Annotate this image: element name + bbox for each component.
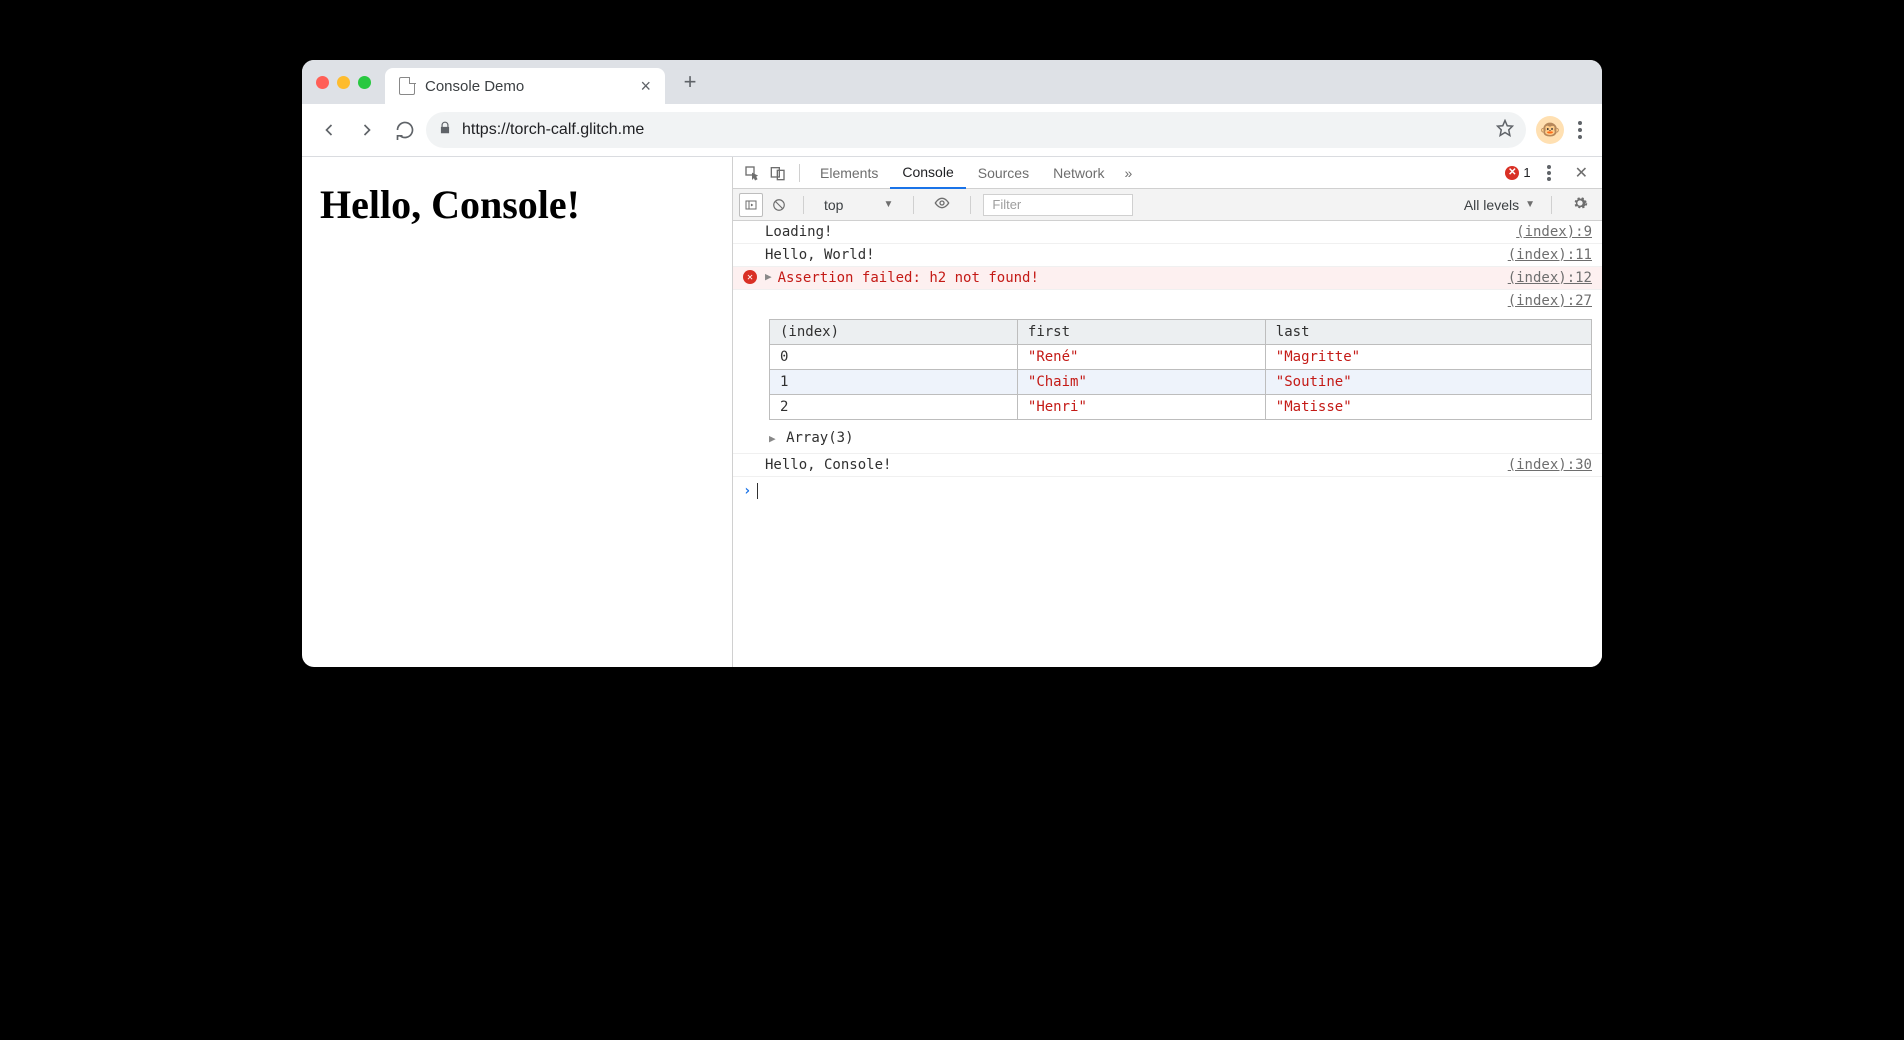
close-window-button[interactable]: [316, 76, 329, 89]
device-toolbar-icon[interactable]: [765, 160, 791, 186]
table-row[interactable]: 1 "Chaim" "Soutine": [770, 370, 1592, 395]
tab-elements[interactable]: Elements: [808, 157, 890, 189]
tab-sources[interactable]: Sources: [966, 157, 1041, 189]
console-table-message: (index):27 (index) first last: [733, 290, 1602, 454]
devtools-tabs: Elements Console Sources Network » ✕ 1 ✕: [733, 157, 1602, 189]
minimize-window-button[interactable]: [337, 76, 350, 89]
chevron-down-icon: ▼: [883, 199, 893, 210]
levels-label: All levels: [1464, 197, 1519, 213]
content-area: Hello, Console! Elements Console Sources…: [302, 157, 1602, 667]
address-bar[interactable]: https://torch-calf.glitch.me: [426, 112, 1526, 148]
bookmark-star-icon[interactable]: [1496, 119, 1514, 142]
browser-tab[interactable]: Console Demo ×: [385, 68, 665, 104]
back-button[interactable]: [312, 113, 346, 147]
console-error-message: ✕ ▶ Assertion failed: h2 not found! (ind…: [733, 267, 1602, 290]
table-row[interactable]: 2 "Henri" "Matisse": [770, 395, 1592, 420]
cell-index: 2: [770, 395, 1018, 420]
maximize-window-button[interactable]: [358, 76, 371, 89]
filter-placeholder: Filter: [992, 197, 1021, 212]
expand-icon[interactable]: ▶: [769, 432, 776, 445]
clear-console-icon[interactable]: [767, 193, 791, 217]
separator: [970, 196, 971, 214]
page-heading: Hello, Console!: [320, 181, 714, 228]
context-label: top: [824, 197, 843, 213]
message-source-link[interactable]: (index):9: [1516, 224, 1592, 240]
forward-button[interactable]: [350, 113, 384, 147]
tab-title: Console Demo: [425, 78, 630, 95]
cell-first: "Chaim": [1017, 370, 1265, 395]
close-devtools-button[interactable]: ✕: [1567, 163, 1596, 183]
error-icon: ✕: [1505, 166, 1519, 180]
error-count: 1: [1523, 165, 1530, 180]
console-message: Hello, World! (index):11: [733, 244, 1602, 267]
new-tab-button[interactable]: +: [675, 67, 705, 97]
url-text: https://torch-calf.glitch.me: [462, 121, 1486, 139]
cell-index: 1: [770, 370, 1018, 395]
webpage-viewport: Hello, Console!: [302, 157, 732, 667]
reload-button[interactable]: [388, 113, 422, 147]
message-source-link[interactable]: (index):30: [1508, 457, 1592, 473]
separator: [913, 196, 914, 214]
cell-last: "Magritte": [1265, 345, 1591, 370]
tab-console[interactable]: Console: [890, 157, 965, 189]
expand-icon[interactable]: ▶: [765, 270, 772, 283]
window-controls: [302, 76, 385, 89]
message-text: Hello, World!: [765, 247, 1502, 263]
cell-index: 0: [770, 345, 1018, 370]
separator: [799, 164, 800, 182]
settings-gear-icon[interactable]: [1564, 195, 1596, 214]
tab-network[interactable]: Network: [1041, 157, 1116, 189]
message-source-link[interactable]: (index):12: [1508, 270, 1592, 286]
devtools-panel: Elements Console Sources Network » ✕ 1 ✕: [732, 157, 1602, 667]
chevron-down-icon: ▼: [1525, 199, 1535, 210]
table-row[interactable]: 0 "René" "Magritte": [770, 345, 1592, 370]
message-source-link[interactable]: (index):11: [1508, 247, 1592, 263]
live-expression-icon[interactable]: [926, 195, 958, 214]
toggle-sidebar-icon[interactable]: [739, 193, 763, 217]
cell-last: "Soutine": [1265, 370, 1591, 395]
console-table: (index) first last 0 "René" "Magritte": [769, 319, 1592, 420]
console-prompt[interactable]: ›: [733, 477, 1602, 505]
log-levels-selector[interactable]: All levels ▼: [1464, 197, 1539, 213]
page-icon: [399, 77, 415, 95]
cell-first: "Henri": [1017, 395, 1265, 420]
more-tabs-button[interactable]: »: [1116, 165, 1140, 181]
inspect-element-icon[interactable]: [739, 160, 765, 186]
message-source-link[interactable]: (index):27: [1508, 293, 1592, 309]
array-label: Array(3): [786, 430, 853, 446]
table-header[interactable]: last: [1265, 320, 1591, 345]
message-text: Hello, Console!: [765, 457, 1502, 473]
profile-avatar[interactable]: 🐵: [1536, 116, 1564, 144]
devtools-menu-button[interactable]: [1537, 165, 1561, 181]
error-icon: ✕: [743, 270, 757, 284]
context-selector[interactable]: top ▼: [816, 194, 901, 216]
array-summary[interactable]: ▶ Array(3): [769, 426, 854, 450]
browser-menu-button[interactable]: [1568, 121, 1592, 139]
prompt-caret-icon: ›: [743, 483, 751, 499]
console-message: Loading! (index):9: [733, 221, 1602, 244]
browser-toolbar: https://torch-calf.glitch.me 🐵: [302, 104, 1602, 157]
browser-window: Console Demo × + https://torch-calf.glit…: [302, 60, 1602, 667]
text-cursor: [757, 483, 758, 499]
console-output: Loading! (index):9 Hello, World! (index)…: [733, 221, 1602, 667]
message-text: Loading!: [765, 224, 1510, 240]
lock-icon: [438, 121, 452, 140]
separator: [1551, 196, 1552, 214]
console-toolbar: top ▼ Filter All levels ▼: [733, 189, 1602, 221]
tab-strip: Console Demo × +: [302, 60, 1602, 104]
close-tab-button[interactable]: ×: [640, 76, 651, 97]
table-header[interactable]: first: [1017, 320, 1265, 345]
cell-first: "René": [1017, 345, 1265, 370]
filter-input[interactable]: Filter: [983, 194, 1133, 216]
console-message: Hello, Console! (index):30: [733, 454, 1602, 477]
table-header[interactable]: (index): [770, 320, 1018, 345]
separator: [803, 196, 804, 214]
message-text: Assertion failed: h2 not found!: [778, 270, 1502, 286]
error-count-badge[interactable]: ✕ 1: [1505, 165, 1530, 180]
cell-last: "Matisse": [1265, 395, 1591, 420]
